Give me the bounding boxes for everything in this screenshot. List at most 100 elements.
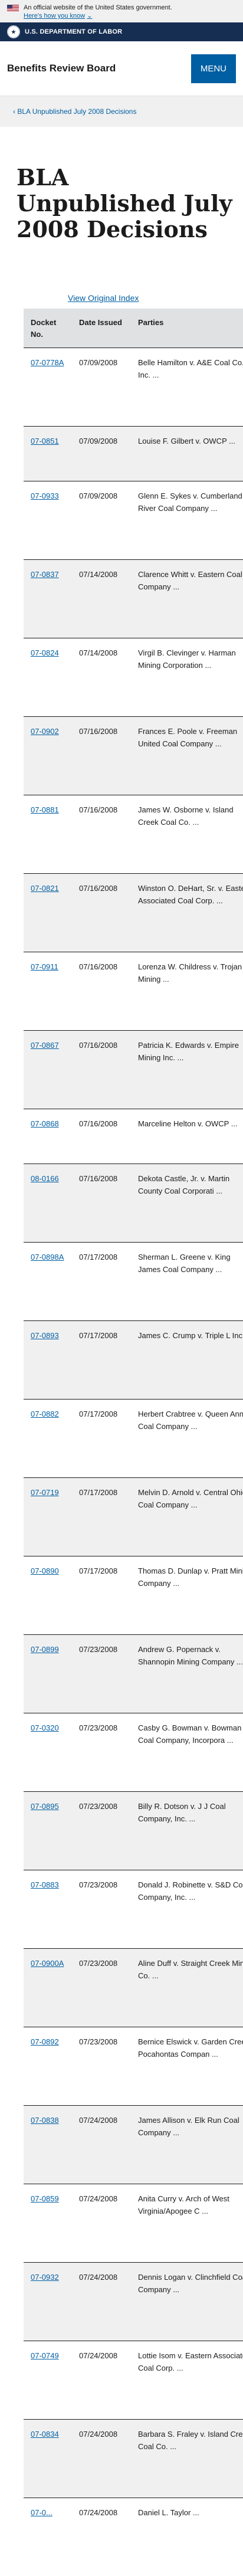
table-row: 07-083407/24/2008Barbara S. Fraley v. Is…: [24, 2420, 243, 2498]
table-row: 07-086807/16/2008Marceline Helton v. OWC…: [24, 1109, 243, 1164]
decisions-table-wrap[interactable]: Docket No. Date Issued Parties 07-0778A0…: [24, 309, 243, 2576]
docket-link[interactable]: 07-0883: [31, 1880, 59, 1889]
docket-cell: 07-0898A: [24, 1243, 72, 1321]
parties-cell: Melvin D. Arnold v. Central Ohio Coal Co…: [131, 1478, 243, 1556]
docket-link[interactable]: 07-0902: [31, 727, 59, 736]
docket-cell: 07-0902: [24, 717, 72, 795]
docket-link[interactable]: 07-0719: [31, 1488, 59, 1497]
official-site-text: An official website of the United States…: [24, 4, 172, 12]
chevron-down-icon[interactable]: ⌄: [87, 12, 92, 19]
table-row: 07-074907/24/2008Lottie Isom v. Eastern …: [24, 2341, 243, 2420]
date-cell: 07/14/2008: [72, 560, 131, 638]
date-cell: 07/23/2008: [72, 2027, 131, 2106]
docket-link[interactable]: 07-0892: [31, 2037, 59, 2046]
docket-link[interactable]: 07-0859: [31, 2194, 59, 2203]
date-cell: 07/17/2008: [72, 1556, 131, 1635]
docket-cell: 07-0859: [24, 2184, 72, 2263]
date-cell: 07/09/2008: [72, 348, 131, 427]
docket-cell: 07-0890: [24, 1556, 72, 1635]
breadcrumb-link[interactable]: ‹ BLA Unpublished July 2008 Decisions: [13, 107, 136, 116]
table-row: 07-083807/24/2008James Allison v. Elk Ru…: [24, 2106, 243, 2184]
docket-link[interactable]: 07-0890: [31, 1566, 59, 1575]
parties-cell: James W. Osborne v. Island Creek Coal Co…: [131, 795, 243, 874]
table-row: 07-082107/16/2008Winston O. DeHart, Sr. …: [24, 874, 243, 952]
parties-cell: Casby G. Bowman v. Bowman Coal Company, …: [131, 1713, 243, 1792]
gov-banner-text: An official website of the United States…: [24, 4, 172, 20]
docket-link[interactable]: 07-0867: [31, 1041, 59, 1050]
parties-cell: Louise F. Gilbert v. OWCP ...: [131, 427, 243, 481]
docket-link[interactable]: 07-0900A: [31, 1959, 64, 1968]
date-cell: 07/17/2008: [72, 1400, 131, 1478]
docket-link[interactable]: 07-0932: [31, 2273, 59, 2282]
menu-button[interactable]: MENU: [191, 54, 236, 83]
docket-link[interactable]: 07-0834: [31, 2430, 59, 2439]
date-cell: 07/23/2008: [72, 1792, 131, 1870]
date-cell: 07/16/2008: [72, 952, 131, 1031]
docket-link[interactable]: 07-0868: [31, 1119, 59, 1128]
breadcrumb-label: BLA Unpublished July 2008 Decisions: [17, 107, 136, 116]
table-row: 07-0900A07/23/2008Aline Duff v. Straight…: [24, 1949, 243, 2027]
docket-link[interactable]: 07-0881: [31, 805, 59, 814]
chevron-left-icon: ‹: [13, 107, 15, 116]
docket-link[interactable]: 07-0824: [31, 648, 59, 657]
parties-cell: Virgil B. Clevinger v. Harman Mining Cor…: [131, 638, 243, 717]
date-cell: 07/17/2008: [72, 1243, 131, 1321]
parties-cell: James Allison v. Elk Run Coal Company ..…: [131, 2106, 243, 2184]
docket-link[interactable]: 07-0895: [31, 1802, 59, 1811]
parties-cell: Donald J. Robinette v. S&D Coal Company,…: [131, 1870, 243, 1949]
docket-link[interactable]: 07-0911: [31, 962, 58, 971]
date-cell: 07/23/2008: [72, 1949, 131, 2027]
parties-cell: Andrew G. Popernack v. Shannopin Mining …: [131, 1635, 243, 1713]
table-row: 07-089007/17/2008Thomas D. Dunlap v. Pra…: [24, 1556, 243, 1635]
table-row: 07-0320 07/23/2008Casby G. Bowman v. Bowm…: [24, 1713, 243, 1792]
docket-link[interactable]: 07-0838: [31, 2116, 59, 2125]
date-cell: 07/23/2008: [72, 1713, 131, 1792]
docket-link[interactable]: 07-0898A: [31, 1253, 64, 1261]
docket-link[interactable]: 07-0893: [31, 1331, 59, 1340]
docket-link[interactable]: 07-0899: [31, 1645, 59, 1654]
docket-link[interactable]: 07-0778A: [31, 358, 64, 367]
date-cell: 07/16/2008: [72, 874, 131, 952]
parties-cell: Herbert Crabtree v. Queen Anne Coal Comp…: [131, 1400, 243, 1478]
parties-cell: Glenn E. Sykes v. Cumberland River Coal …: [131, 481, 243, 560]
dol-name[interactable]: U.S. DEPARTMENT OF LABOR: [25, 28, 122, 35]
dol-bar: ★ U.S. DEPARTMENT OF LABOR: [0, 22, 243, 41]
date-cell: 07/24/2008: [72, 2341, 131, 2420]
parties-cell: Frances E. Poole v. Freeman United Coal …: [131, 717, 243, 795]
docket-link[interactable]: 07-0749: [31, 2351, 59, 2360]
docket-link[interactable]: 07-0882: [31, 1410, 59, 1418]
table-row: 07-082407/14/2008Virgil B. Clevinger v. …: [24, 638, 243, 717]
gov-banner: An official website of the United States…: [0, 0, 243, 22]
heres-how-link[interactable]: Here's how you know: [24, 12, 85, 19]
view-original-index-link[interactable]: View Original Index: [0, 293, 243, 303]
parties-cell: Marceline Helton v. OWCP ...: [131, 1109, 243, 1164]
table-row: 07-086707/16/2008Patricia K. Edwards v. …: [24, 1031, 243, 1109]
site-title[interactable]: Benefits Review Board: [7, 63, 116, 74]
docket-cell: 07-0900A: [24, 1949, 72, 2027]
docket-cell: 07-0932: [24, 2263, 72, 2341]
docket-link[interactable]: 07-0821: [31, 884, 59, 893]
docket-cell: 07-0834: [24, 2420, 72, 2498]
parties-cell: James C. Crump v. Triple L Inc. ...: [131, 1321, 243, 1400]
parties-cell: Lorenza W. Childress v. Trojan Mining ..…: [131, 952, 243, 1031]
docket-link[interactable]: 07-0933: [31, 491, 59, 500]
table-row: 07-0...07/24/2008Daniel L. Taylor ...: [24, 2498, 243, 2576]
table-row: 07-085107/09/2008Louise F. Gilbert v. OW…: [24, 427, 243, 481]
date-cell: 07/23/2008: [72, 1870, 131, 1949]
docket-link[interactable]: 07-0320: [31, 1723, 59, 1732]
date-cell: 07/16/2008: [72, 1164, 131, 1243]
date-cell: 07/24/2008: [72, 2184, 131, 2263]
docket-cell: 07-0838: [24, 2106, 72, 2184]
docket-cell: 07-0719: [24, 1478, 72, 1556]
table-row: 07-0898A07/17/2008Sherman L. Greene v. K…: [24, 1243, 243, 1321]
docket-cell: 07-0899: [24, 1635, 72, 1713]
docket-link[interactable]: 07-0837: [31, 570, 59, 579]
dol-seal-icon: ★: [7, 25, 20, 38]
docket-link[interactable]: 08-0166: [31, 1174, 59, 1183]
parties-cell: Dennis Logan v. Clinchfield Coal Company…: [131, 2263, 243, 2341]
table-row: 07-0911 07/16/2008Lorenza W. Childress v.…: [24, 952, 243, 1031]
docket-link[interactable]: 07-0851: [31, 437, 59, 445]
docket-cell: 07-0824: [24, 638, 72, 717]
docket-link[interactable]: 07-0...: [31, 2508, 52, 2517]
docket-cell: 07-0881: [24, 795, 72, 874]
